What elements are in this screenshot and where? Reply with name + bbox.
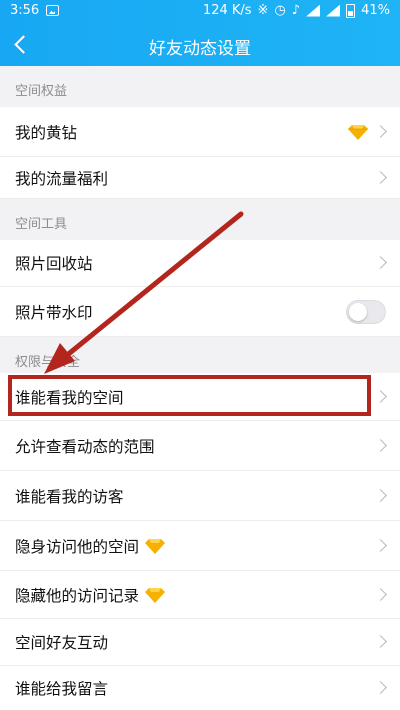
row-feed-visibility-range[interactable]: 允许查看动态的范围 bbox=[0, 421, 400, 471]
row-friend-interaction[interactable]: 空间好友互动 bbox=[0, 619, 400, 666]
status-right: 124 K/s ※ ◷ ♪ 41% bbox=[203, 3, 390, 18]
chevron-right-icon bbox=[374, 170, 387, 184]
row-photo-watermark: 照片带水印 bbox=[0, 287, 400, 337]
yellow-diamond-icon bbox=[145, 538, 166, 554]
yellow-diamond-icon bbox=[348, 124, 368, 140]
section-header-space-rights: 空间权益 bbox=[0, 66, 400, 107]
row-label: 隐藏他的访问记录 bbox=[15, 584, 166, 606]
row-label: 空间好友互动 bbox=[15, 634, 109, 652]
network-speed: 124 K/s bbox=[202, 3, 252, 18]
chevron-right-icon bbox=[374, 488, 387, 502]
row-label: 谁能看我的空间 bbox=[15, 388, 124, 407]
status-time: 3:56 bbox=[10, 3, 40, 18]
alarm-icon: ◷ bbox=[274, 3, 286, 18]
nav-bar: 好友动态设置 bbox=[0, 22, 400, 66]
chevron-right-icon bbox=[374, 389, 387, 403]
section-header-privacy: 权限与安全 bbox=[0, 337, 400, 378]
chevron-right-icon bbox=[374, 538, 387, 552]
bluetooth-icon: ※ bbox=[257, 3, 269, 18]
chevron-right-icon bbox=[374, 635, 387, 648]
row-invisible-visit[interactable]: 隐身访问他的空间 bbox=[0, 521, 400, 571]
battery-level: 41% bbox=[361, 3, 390, 18]
row-hide-visit-record[interactable]: 隐藏他的访问记录 bbox=[0, 571, 400, 619]
row-who-can-see-my-space[interactable]: 谁能看我的空间 bbox=[0, 373, 400, 421]
row-label: 照片带水印 bbox=[15, 303, 93, 322]
top-bar: 3:56 124 K/s ※ ◷ ♪ 41% 好友动态设置 bbox=[0, 0, 400, 66]
row-photo-recycle-bin[interactable]: 照片回收站 bbox=[0, 240, 400, 287]
row-label-text: 隐身访问他的空间 bbox=[15, 537, 140, 556]
image-notification-icon bbox=[46, 5, 59, 16]
row-who-can-leave-message[interactable]: 谁能给我留言 bbox=[0, 666, 400, 710]
row-label: 我的流量福利 bbox=[15, 169, 109, 188]
row-label: 谁能看我的访客 bbox=[15, 487, 124, 506]
chevron-right-icon bbox=[374, 438, 387, 452]
page-title: 好友动态设置 bbox=[149, 39, 251, 59]
battery-icon bbox=[346, 3, 356, 18]
watermark-toggle[interactable] bbox=[346, 299, 386, 324]
chevron-right-icon bbox=[374, 681, 387, 694]
signal-icon bbox=[306, 4, 321, 17]
row-label-text: 隐藏他的访问记录 bbox=[15, 586, 140, 605]
yellow-diamond-icon bbox=[145, 587, 166, 603]
section-header-space-tools: 空间工具 bbox=[0, 199, 400, 240]
row-label: 我的黄钻 bbox=[15, 123, 78, 142]
row-traffic-benefits[interactable]: 我的流量福利 bbox=[0, 157, 400, 199]
row-who-can-see-my-visitors[interactable]: 谁能看我的访客 bbox=[0, 471, 400, 521]
chevron-right-icon bbox=[374, 124, 387, 138]
mute-icon: ♪ bbox=[291, 3, 301, 18]
status-bar: 3:56 124 K/s ※ ◷ ♪ 41% bbox=[0, 0, 400, 22]
row-label: 照片回收站 bbox=[15, 255, 93, 273]
chevron-right-icon bbox=[374, 256, 387, 269]
row-my-yellow-diamond[interactable]: 我的黄钻 bbox=[0, 107, 400, 157]
toggle-knob bbox=[349, 302, 367, 321]
row-label: 允许查看动态的范围 bbox=[15, 437, 155, 456]
row-label: 谁能给我留言 bbox=[15, 680, 109, 698]
row-label: 隐身访问他的空间 bbox=[15, 535, 166, 557]
signal-icon-2 bbox=[326, 4, 341, 17]
chevron-right-icon bbox=[374, 587, 387, 601]
